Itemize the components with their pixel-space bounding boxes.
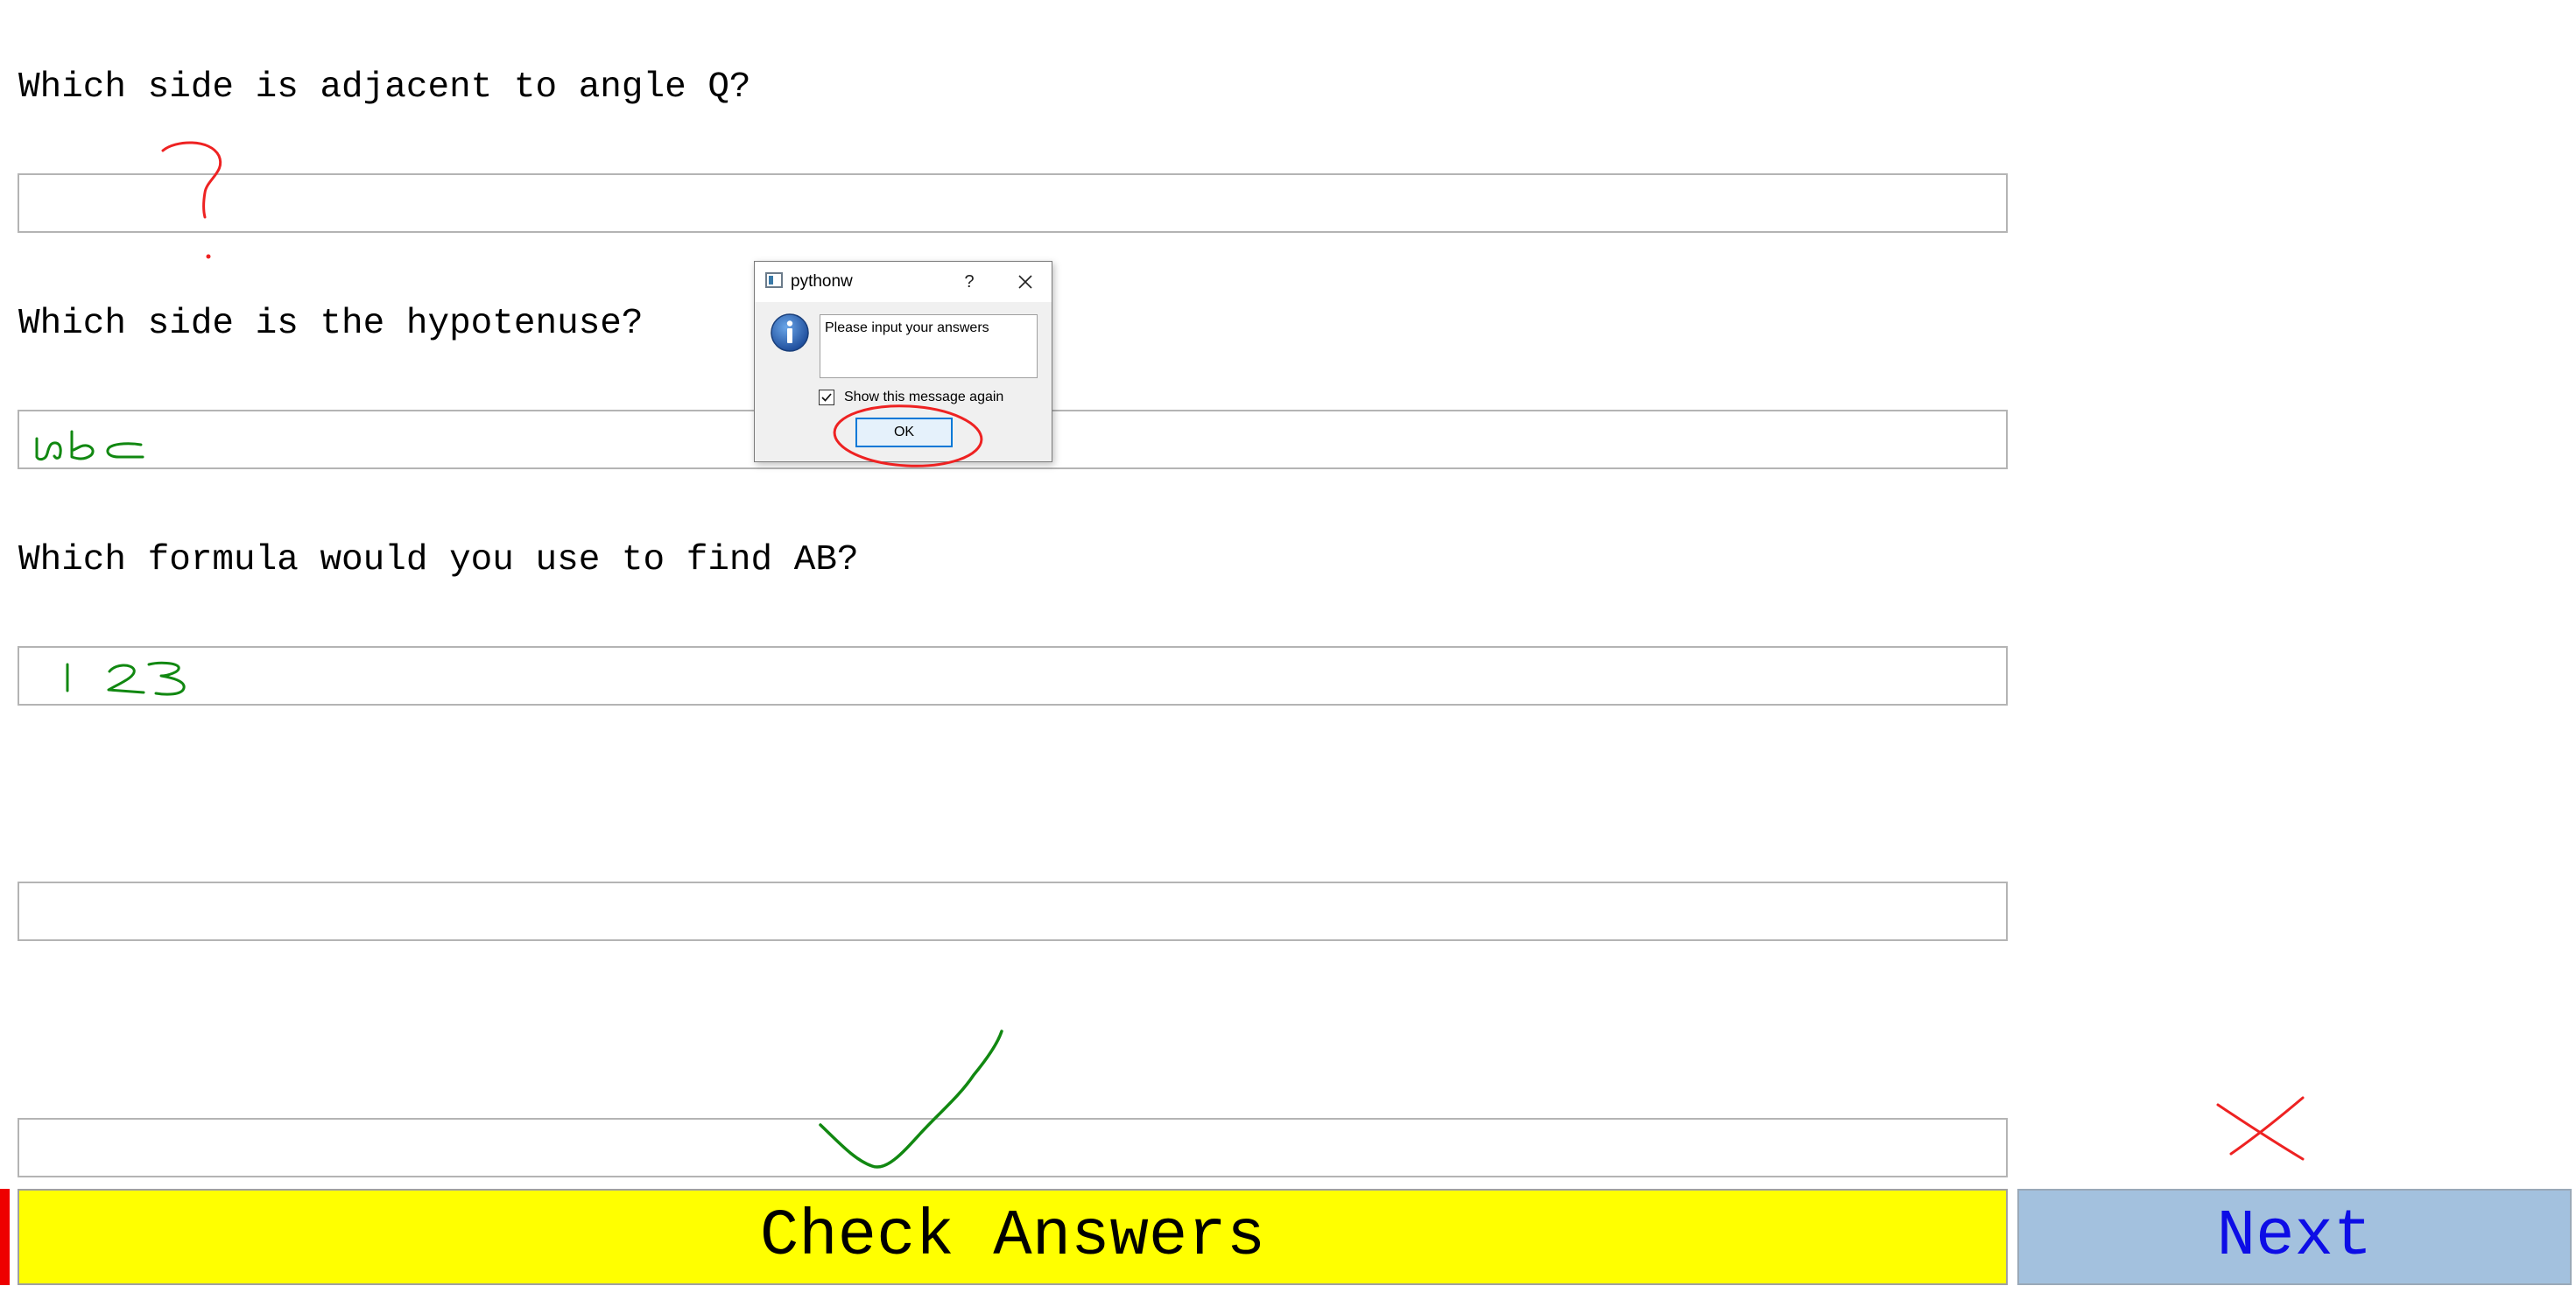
question-3-label: Which formula would you use to find AB? (18, 540, 859, 580)
message-dialog: pythonw ? Please input your answers Show… (754, 261, 1052, 462)
question-1-label: Which side is adjacent to angle Q? (18, 67, 751, 108)
help-icon[interactable]: ? (954, 270, 984, 294)
app-window-icon (765, 272, 783, 288)
answer-1-input[interactable] (18, 173, 2008, 233)
left-edge-indicator (0, 1189, 10, 1285)
ok-button[interactable]: OK (855, 418, 953, 447)
close-icon[interactable] (1009, 270, 1042, 294)
check-answers-button[interactable]: Check Answers (18, 1189, 2008, 1285)
quiz-window: Which side is adjacent to angle Q? Which… (0, 0, 2576, 1293)
dialog-title-bar[interactable]: pythonw ? (755, 262, 1052, 302)
question-2-label: Which side is the hypotenuse? (18, 304, 644, 344)
cross-mark-annotation (2216, 1096, 2305, 1161)
show-again-checkbox[interactable] (819, 390, 834, 405)
next-button[interactable]: Next (2017, 1189, 2572, 1285)
question-mark-dot (206, 254, 211, 259)
answer-5-input[interactable] (18, 1118, 2008, 1177)
dialog-title: pythonw (791, 272, 853, 291)
show-again-label: Show this message again (844, 390, 1004, 404)
info-icon (770, 313, 810, 353)
answer-3-input[interactable] (18, 646, 2008, 706)
dialog-message: Please input your answers (820, 314, 1038, 378)
answer-4-input[interactable] (18, 882, 2008, 941)
